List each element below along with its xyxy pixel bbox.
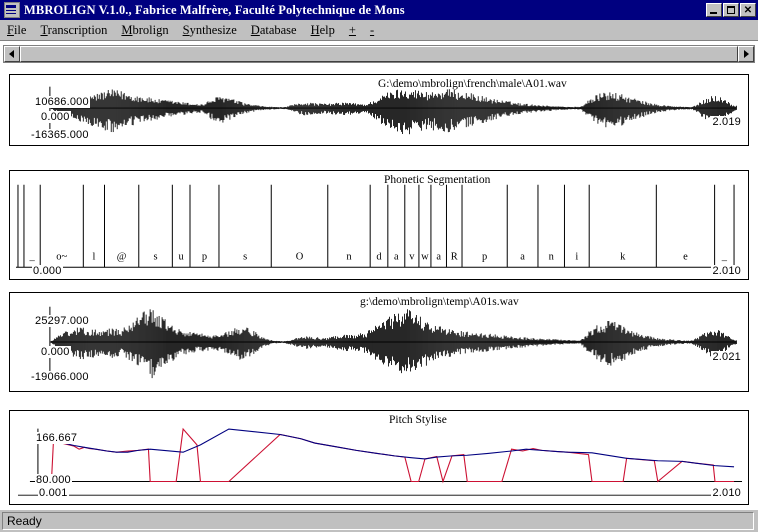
pitch-panel[interactable]: Pitch Stylise 166.667 80.000 0.001 2.010 <box>9 410 749 505</box>
source-ymax-label: 10686.000 <box>34 96 90 108</box>
svg-text:n: n <box>346 251 352 262</box>
svg-text:k: k <box>620 251 626 262</box>
svg-text:n: n <box>549 251 555 262</box>
menu-item-file[interactable]: File <box>0 22 33 39</box>
client-area: G:\demo\mbrolign\french\male\A01.wav 106… <box>0 41 758 509</box>
pitch-ymin-label: 80.000 <box>35 474 72 486</box>
menu-item-help[interactable]: Help <box>304 22 342 39</box>
scroll-left-arrow-icon[interactable] <box>4 46 20 62</box>
svg-text:s: s <box>243 251 247 262</box>
status-text: Ready <box>2 512 754 530</box>
svg-text:w: w <box>421 251 429 262</box>
menu-item-zoom-in[interactable]: + <box>342 22 363 39</box>
svg-text:s: s <box>154 251 158 262</box>
svg-text:a: a <box>436 251 441 262</box>
scrollbar-thumb[interactable] <box>20 46 738 62</box>
svg-text:e: e <box>683 251 688 262</box>
close-icon: ✕ <box>743 5 753 16</box>
segmentation-plot: _ o~ l @ s u p s On d a v w a Rp a n i k e _ <box>15 184 743 268</box>
window-title: MBROLIGN V.1.0., Fabrice Malfrère, Facul… <box>24 2 405 17</box>
synth-yzero-label: 0.000 <box>40 346 71 358</box>
svg-text:i: i <box>575 251 578 262</box>
svg-text:p: p <box>482 251 487 262</box>
segmentation-tstart-label: 0.000 <box>32 265 63 277</box>
synth-waveform-title: g:\demo\mbrolign\temp\A01s.wav <box>360 296 519 308</box>
menu-item-synthesize[interactable]: Synthesize <box>176 22 244 39</box>
svg-text:_: _ <box>28 251 35 262</box>
system-menu-icon[interactable] <box>4 2 20 18</box>
mbrolign-window: MBROLIGN V.1.0., Fabrice Malfrère, Facul… <box>0 0 758 532</box>
svg-text:l: l <box>92 251 95 262</box>
synth-ymin-label: -19066.000 <box>30 371 90 383</box>
svg-text:a: a <box>520 251 525 262</box>
pitch-tend-label: 2.010 <box>711 487 742 499</box>
segmentation-title: Phonetic Segmentation <box>384 174 491 186</box>
scroll-right-arrow-icon[interactable] <box>738 46 754 62</box>
svg-text:v: v <box>409 251 415 262</box>
pitch-tstart-label: 0.001 <box>38 487 69 499</box>
title-bar[interactable]: MBROLIGN V.1.0., Fabrice Malfrère, Facul… <box>0 0 758 20</box>
svg-text:O: O <box>296 251 304 262</box>
menu-item-mbrolign[interactable]: Mbrolign <box>114 22 175 39</box>
close-button[interactable]: ✕ <box>740 3 756 17</box>
menu-item-transcription[interactable]: Transcription <box>33 22 114 39</box>
svg-text:p: p <box>202 251 207 262</box>
source-waveform-title: G:\demo\mbrolign\french\male\A01.wav <box>378 78 567 90</box>
svg-text:o~: o~ <box>56 251 67 262</box>
source-ymin-label: -16365.000 <box>30 129 90 141</box>
source-waveform-panel[interactable]: G:\demo\mbrolign\french\male\A01.wav 106… <box>9 74 749 146</box>
pitch-ymax-label: 166.667 <box>35 432 79 444</box>
synth-ymax-label: 25297.000 <box>34 315 90 327</box>
source-tend-label: 2.019 <box>711 116 742 128</box>
svg-text:u: u <box>179 251 185 262</box>
status-bar: Ready <box>0 509 758 532</box>
horizontal-scrollbar[interactable] <box>3 45 755 63</box>
pitch-title: Pitch Stylise <box>389 414 447 426</box>
minimize-button[interactable] <box>706 3 722 17</box>
source-yzero-label: 0.000 <box>40 111 71 123</box>
segmentation-tend-label: 2.010 <box>711 265 742 277</box>
menu-item-zoom-out[interactable]: - <box>363 22 381 39</box>
synth-tend-label: 2.021 <box>711 351 742 363</box>
menu-bar[interactable]: File Transcription Mbrolign Synthesize D… <box>0 20 758 41</box>
phonetic-segmentation-panel[interactable]: _ o~ l @ s u p s On d a v w a Rp a n i k e _ Phonetic Segmen… <box>9 170 749 280</box>
svg-text:d: d <box>376 251 382 262</box>
svg-text:a: a <box>394 251 399 262</box>
menu-item-database[interactable]: Database <box>244 22 304 39</box>
synth-waveform-panel[interactable]: g:\demo\mbrolign\temp\A01s.wav 25297.000… <box>9 292 749 392</box>
svg-text:@: @ <box>117 251 127 262</box>
svg-text:_: _ <box>721 251 728 262</box>
pitch-plot <box>17 427 743 496</box>
maximize-button[interactable] <box>723 3 739 17</box>
svg-text:R: R <box>451 251 458 262</box>
